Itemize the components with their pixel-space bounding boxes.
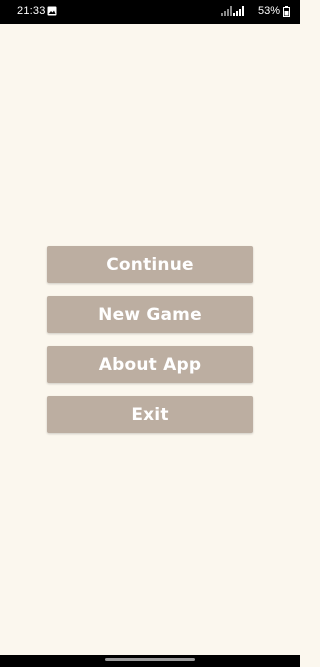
gallery-icon [47,6,57,16]
new-game-button[interactable]: New Game [47,296,253,333]
battery-percentage: 53% [257,5,280,17]
continue-button[interactable]: Continue [47,246,253,283]
clock: 21:33 [17,5,46,17]
signal-icon [233,6,244,16]
main-menu: Continue New Game About App Exit [47,246,253,446]
home-gesture-handle[interactable] [105,658,195,661]
about-app-button[interactable]: About App [47,346,253,383]
status-bar: 21:33 53% [0,0,300,24]
battery-icon [283,6,290,17]
exit-button[interactable]: Exit [47,396,253,433]
signal-icon [221,6,232,16]
navigation-bar [0,655,300,667]
